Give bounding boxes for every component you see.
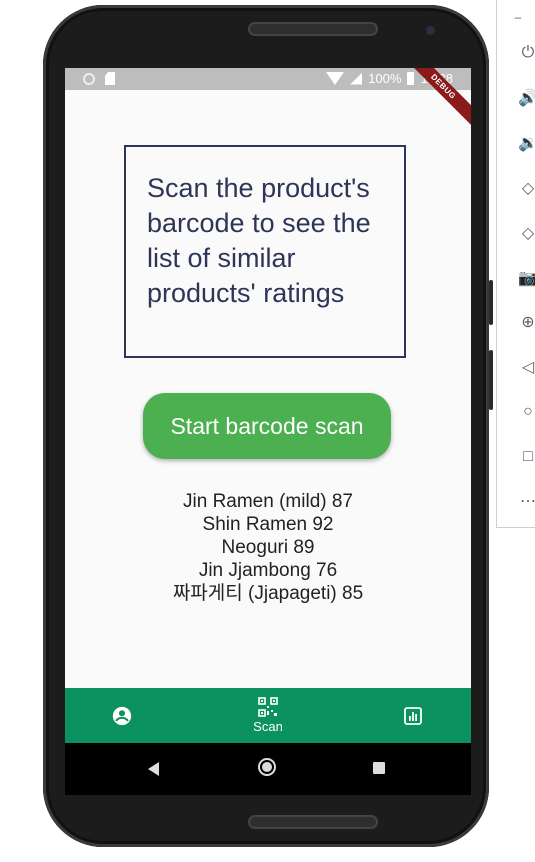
sd-card-icon bbox=[105, 72, 115, 85]
volume-up-icon[interactable]: 🔊 bbox=[517, 87, 535, 109]
bottom-speaker bbox=[248, 815, 378, 829]
chart-icon bbox=[404, 706, 422, 725]
notification-icon bbox=[83, 72, 95, 85]
battery-icon bbox=[407, 72, 415, 85]
minimize-button[interactable]: – bbox=[507, 6, 529, 28]
home-icon[interactable]: ○ bbox=[517, 401, 535, 423]
app-screen: 100% 10:38 DEBUG Scan the product's barc… bbox=[65, 68, 471, 795]
nav-item-stats[interactable] bbox=[383, 688, 443, 743]
qr-code-icon bbox=[258, 697, 278, 717]
nav-item-scan[interactable]: Scan bbox=[237, 688, 299, 743]
power-hardware-button[interactable] bbox=[489, 280, 493, 325]
account-circle-icon bbox=[112, 706, 132, 725]
volume-down-icon[interactable]: 🔉 bbox=[517, 132, 535, 154]
zoom-icon[interactable]: ⊕ bbox=[517, 311, 535, 333]
status-bar: 100% 10:38 bbox=[65, 68, 471, 90]
wifi-icon bbox=[326, 72, 345, 85]
emulator-toolbar: – ⏻ 🔊 🔉 ◇ ◇ 📷 ⊕ ◁ ○ □ ⋯ bbox=[496, 0, 535, 528]
rotate-right-icon[interactable]: ◇ bbox=[517, 222, 535, 244]
back-icon[interactable] bbox=[148, 762, 159, 776]
more-icon[interactable]: ⋯ bbox=[517, 490, 535, 512]
volume-hardware-button[interactable] bbox=[489, 350, 493, 410]
nav-label-scan: Scan bbox=[253, 719, 283, 734]
list-item: Shin Ramen 92 bbox=[202, 514, 334, 535]
signal-icon bbox=[350, 72, 363, 85]
camera-icon[interactable]: 📷 bbox=[517, 267, 535, 289]
front-camera bbox=[426, 26, 435, 35]
overview-icon[interactable]: □ bbox=[517, 446, 535, 468]
recent-apps-icon[interactable] bbox=[373, 762, 385, 774]
back-icon[interactable]: ◁ bbox=[517, 356, 535, 378]
rotate-left-icon[interactable]: ◇ bbox=[517, 177, 535, 199]
list-item: 짜파게티 (Jjapageti) 85 bbox=[172, 583, 364, 604]
power-icon[interactable]: ⏻ bbox=[517, 42, 535, 64]
list-item: Neoguri 89 bbox=[221, 537, 315, 558]
nav-item-profile[interactable] bbox=[92, 688, 152, 743]
home-icon[interactable] bbox=[258, 758, 276, 776]
list-item: Jin Ramen (mild) 87 bbox=[183, 491, 353, 512]
bottom-navigation: Scan bbox=[65, 688, 471, 743]
list-item: Jin Jjambong 76 bbox=[198, 560, 338, 581]
earpiece-speaker bbox=[248, 22, 378, 36]
scan-instructions: Scan the product's barcode to see the li… bbox=[124, 145, 406, 358]
android-navigation-bar bbox=[65, 743, 471, 795]
start-barcode-scan-button[interactable]: Start barcode scan bbox=[143, 393, 391, 459]
ratings-list: Jin Ramen (mild) 87 Shin Ramen 92 Neogur… bbox=[65, 490, 471, 605]
battery-level: 100% bbox=[368, 71, 402, 86]
